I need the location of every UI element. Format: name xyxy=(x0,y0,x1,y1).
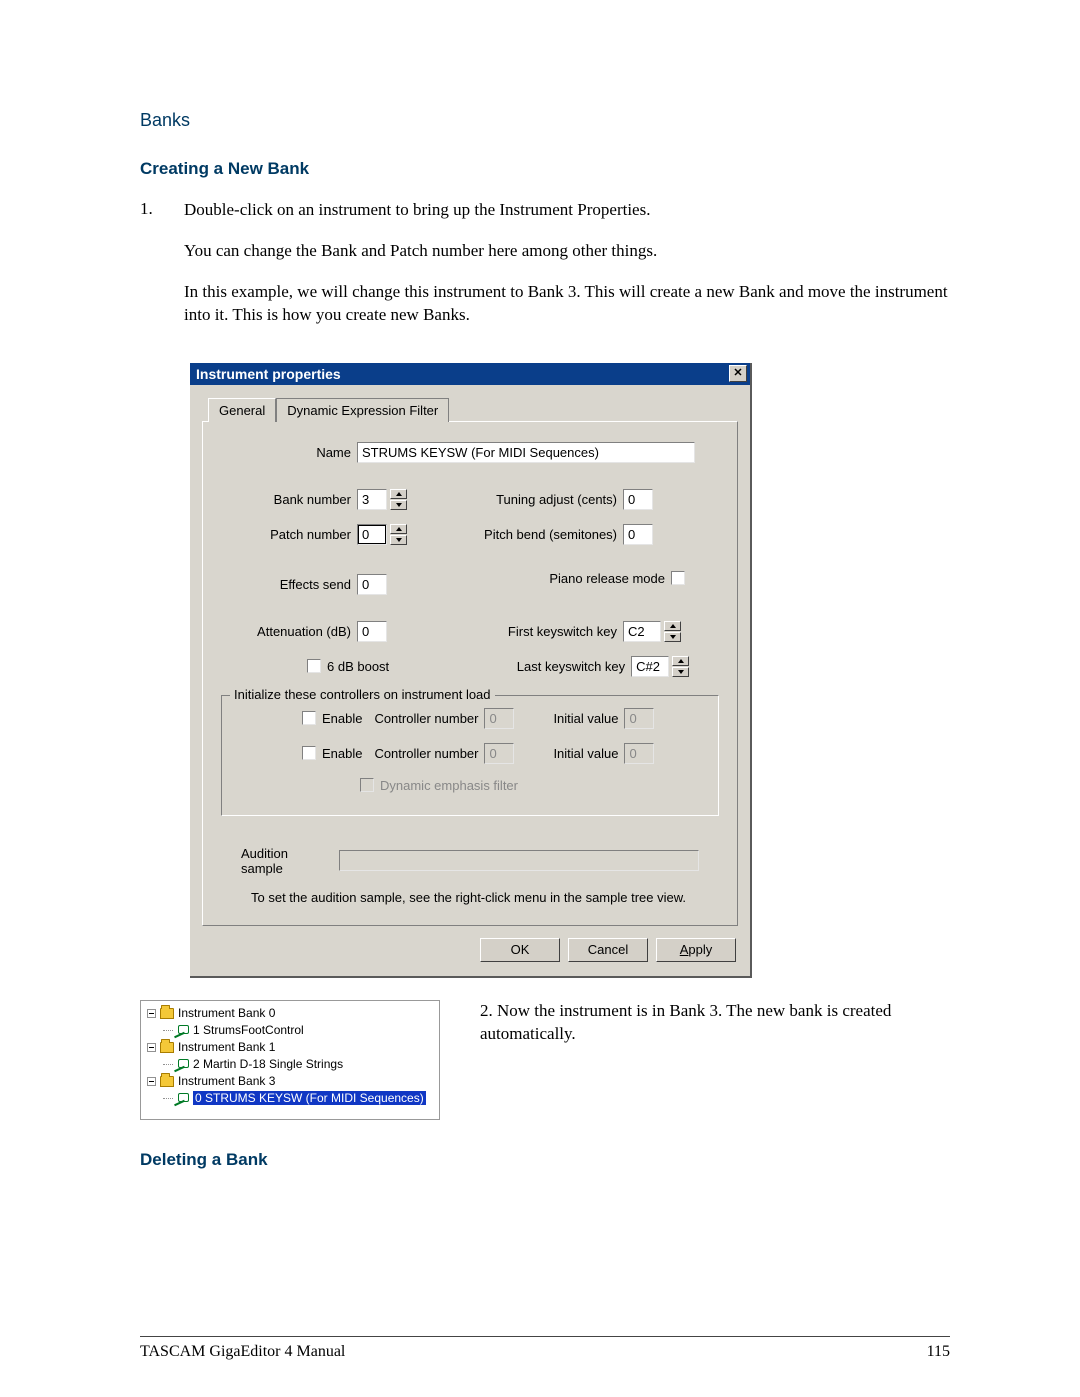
spinner-down-icon[interactable] xyxy=(390,535,407,545)
pitch-bend-field[interactable]: 0 xyxy=(623,524,653,545)
instrument-properties-dialog: Instrument properties ✕ General Dynamic … xyxy=(190,363,752,978)
dialog-titlebar[interactable]: Instrument properties ✕ xyxy=(190,363,750,385)
patch-number-label: Patch number xyxy=(221,527,357,542)
footer-page-number: 115 xyxy=(927,1343,950,1361)
audition-sample-label: Audition sample xyxy=(221,846,339,876)
tree-expander-icon[interactable] xyxy=(147,1043,156,1052)
patch-number-spinner[interactable] xyxy=(390,524,407,545)
spinner-down-icon[interactable] xyxy=(664,632,681,642)
initialize-controllers-group: Initialize these controllers on instrume… xyxy=(221,695,719,816)
first-keyswitch-spinner[interactable] xyxy=(664,621,681,642)
controller-number-1-field: 0 xyxy=(484,708,514,729)
bank-number-spinner[interactable] xyxy=(390,489,407,510)
subheading-deleting-bank: Deleting a Bank xyxy=(140,1150,950,1170)
tree-expander-icon[interactable] xyxy=(147,1077,156,1086)
first-keyswitch-field[interactable]: C2 xyxy=(623,621,661,642)
initial-value-2-label: Initial value xyxy=(514,746,624,761)
audition-hint: To set the audition sample, see the righ… xyxy=(221,890,719,905)
controller-number-1-label: Controller number xyxy=(362,711,484,726)
section-title-banks: Banks xyxy=(140,110,950,131)
effects-send-field[interactable]: 0 xyxy=(357,574,387,595)
step1-text-line2: You can change the Bank and Patch number… xyxy=(184,240,950,263)
instrument-bank-tree[interactable]: Instrument Bank 0 1 StrumsFootControl In… xyxy=(140,1000,440,1120)
ok-button[interactable]: OK xyxy=(480,938,560,962)
dynamic-emphasis-filter-label: Dynamic emphasis filter xyxy=(380,778,518,793)
close-icon[interactable]: ✕ xyxy=(729,365,747,382)
last-keyswitch-label: Last keyswitch key xyxy=(389,659,631,674)
footer-manual-title: TASCAM GigaEditor 4 Manual xyxy=(140,1343,345,1361)
pitch-bend-label: Pitch bend (semitones) xyxy=(407,527,623,542)
name-label: Name xyxy=(221,445,357,460)
bank-number-label: Bank number xyxy=(221,492,357,507)
tree-bank-1[interactable]: Instrument Bank 1 xyxy=(178,1040,275,1054)
enable-controller-1-label: Enable xyxy=(322,711,362,726)
cancel-button[interactable]: Cancel xyxy=(568,938,648,962)
step1-text-line3: In this example, we will change this ins… xyxy=(184,281,950,327)
six-db-boost-label: 6 dB boost xyxy=(327,659,389,674)
spinner-up-icon[interactable] xyxy=(664,621,681,631)
enable-controller-1-checkbox[interactable] xyxy=(302,711,316,725)
initialize-controllers-title: Initialize these controllers on instrume… xyxy=(230,687,495,702)
last-keyswitch-spinner[interactable] xyxy=(672,656,689,677)
spinner-up-icon[interactable] xyxy=(672,656,689,666)
attenuation-label: Attenuation (dB) xyxy=(221,624,357,639)
tab-dynamic-expression-filter[interactable]: Dynamic Expression Filter xyxy=(276,398,449,422)
audition-sample-field[interactable] xyxy=(339,850,699,871)
enable-controller-2-checkbox[interactable] xyxy=(302,746,316,760)
tree-bank-3-item-selected[interactable]: 0 STRUMS KEYSW (For MIDI Sequences) xyxy=(193,1091,426,1105)
step1-text-line1: Double-click on an instrument to bring u… xyxy=(184,199,950,222)
tuning-adjust-label: Tuning adjust (cents) xyxy=(407,492,623,507)
folder-icon xyxy=(160,1042,174,1053)
initial-value-2-field: 0 xyxy=(624,743,654,764)
tree-bank-0-item[interactable]: 1 StrumsFootControl xyxy=(193,1023,304,1037)
tree-expander-icon[interactable] xyxy=(147,1009,156,1018)
name-field[interactable]: STRUMS KEYSW (For MIDI Sequences) xyxy=(357,442,695,463)
folder-icon xyxy=(160,1076,174,1087)
first-keyswitch-label: First keyswitch key xyxy=(387,624,623,639)
instrument-icon xyxy=(174,1093,189,1104)
initial-value-1-field: 0 xyxy=(624,708,654,729)
bank-number-field[interactable]: 3 xyxy=(357,489,387,510)
enable-controller-2-label: Enable xyxy=(322,746,362,761)
effects-send-label: Effects send xyxy=(221,577,357,592)
spinner-down-icon[interactable] xyxy=(390,500,407,510)
dynamic-emphasis-filter-checkbox xyxy=(360,778,374,792)
spinner-up-icon[interactable] xyxy=(390,524,407,534)
tree-bank-1-item[interactable]: 2 Martin D-18 Single Strings xyxy=(193,1057,343,1071)
step2-text: Now the instrument is in Bank 3. The new… xyxy=(480,1001,891,1043)
controller-number-2-label: Controller number xyxy=(362,746,484,761)
spinner-up-icon[interactable] xyxy=(390,489,407,499)
tree-bank-3[interactable]: Instrument Bank 3 xyxy=(178,1074,275,1088)
tuning-adjust-field[interactable]: 0 xyxy=(623,489,653,510)
apply-button[interactable]: Apply xyxy=(656,938,736,962)
attenuation-field[interactable]: 0 xyxy=(357,621,387,642)
controller-number-2-field: 0 xyxy=(484,743,514,764)
last-keyswitch-field[interactable]: C#2 xyxy=(631,656,669,677)
piano-release-checkbox[interactable] xyxy=(671,571,685,585)
initial-value-1-label: Initial value xyxy=(514,711,624,726)
patch-number-field[interactable]: 0 xyxy=(357,524,387,545)
subheading-creating-bank: Creating a New Bank xyxy=(140,159,950,179)
tree-bank-0[interactable]: Instrument Bank 0 xyxy=(178,1006,275,1020)
dialog-title: Instrument properties xyxy=(196,366,729,382)
six-db-boost-checkbox[interactable] xyxy=(307,659,321,673)
folder-icon xyxy=(160,1008,174,1019)
instrument-icon xyxy=(174,1025,189,1036)
step-number-2: 2. xyxy=(480,1001,493,1020)
step-number-1: 1. xyxy=(140,199,184,345)
piano-release-label: Piano release mode xyxy=(541,571,671,586)
tab-panel-general: Name STRUMS KEYSW (For MIDI Sequences) B… xyxy=(202,421,738,926)
tab-general[interactable]: General xyxy=(208,398,276,422)
instrument-icon xyxy=(174,1059,189,1070)
spinner-down-icon[interactable] xyxy=(672,667,689,677)
